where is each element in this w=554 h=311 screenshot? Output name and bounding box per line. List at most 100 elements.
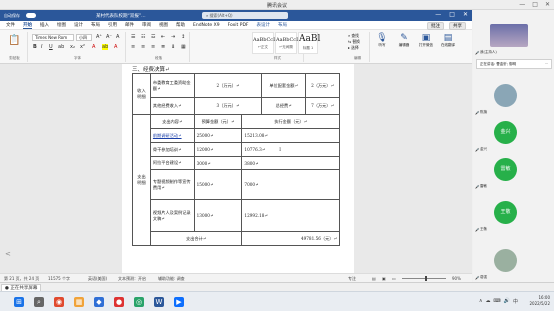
font-name-select[interactable]: Times New Rom [32, 34, 74, 41]
tab-insert[interactable]: 插入 [40, 22, 49, 28]
tab-table-layout[interactable]: 布局 [278, 22, 287, 28]
volume-icon[interactable]: 🔊 [504, 298, 510, 305]
highlight-icon[interactable]: ab [102, 44, 109, 50]
minimize-icon[interactable]: — [519, 1, 525, 8]
paste-icon[interactable]: 📋 [8, 35, 20, 46]
read-mode-icon[interactable]: ▤ [372, 276, 376, 281]
font-size-select[interactable]: 小四 [76, 34, 92, 41]
bullets-icon[interactable]: ☰ [131, 34, 135, 40]
system-tray: ∧ ☁ ⌨ 🔊 中 [479, 298, 518, 305]
align-center-icon[interactable]: ≡ [141, 44, 145, 50]
document-page[interactable]: 三、经费决算↵ 收入 明细 市委教育工委资助金额↵ 2（万元）↵ 单位配套金额↵… [122, 64, 354, 273]
tab-view[interactable]: 视图 [159, 22, 168, 28]
numbering-icon[interactable]: ☷ [141, 34, 145, 40]
ribbon-tabs: 文件 开始 插入 绘图 设计 布局 引用 邮件 审阅 视图 帮助 EndNote… [0, 21, 472, 30]
search-icon[interactable]: ⌕ [34, 297, 44, 307]
sort-icon[interactable]: ↕ [181, 34, 185, 40]
participant-tile[interactable]: 🎤 葛强 [474, 246, 553, 280]
style-normal[interactable]: AaBbCcDc ↵正文 [252, 32, 280, 54]
tab-table-design[interactable]: 表设计 [257, 22, 271, 28]
replace-label: 替换 [352, 39, 360, 44]
open-wechat-button[interactable]: ▣ 打开微信 [418, 33, 434, 48]
meeting-icon[interactable]: ▶ [174, 297, 184, 307]
app-icon[interactable]: ◆ [94, 297, 104, 307]
cloud-icon[interactable]: ☁ [486, 298, 491, 305]
print-layout-icon[interactable]: ▣ [382, 276, 386, 281]
tab-draw[interactable]: 绘图 [57, 22, 66, 28]
wechat-icon[interactable]: ◎ [134, 297, 144, 307]
zoom-level[interactable]: 90% [452, 276, 461, 281]
indent-icon[interactable]: ⇤ [161, 34, 165, 40]
search-box[interactable]: ⌕ 搜索(Alt+Q) [202, 12, 288, 19]
chevron-left-icon[interactable]: < [5, 250, 11, 258]
shrink-font-icon[interactable]: A⁻ [106, 34, 112, 40]
maximize-icon[interactable]: □ [449, 11, 455, 18]
outdent-icon[interactable]: ⇥ [171, 34, 175, 40]
tab-review[interactable]: 审阅 [142, 22, 151, 28]
line-spacing-icon[interactable]: ↨ [171, 44, 175, 50]
minimize-icon[interactable]: — [435, 11, 441, 18]
keyboard-icon[interactable]: ⌨ [494, 298, 501, 305]
participant-tile[interactable]: 雷敏 🎤 雷敏 [474, 155, 553, 189]
tab-design[interactable]: 设计 [74, 22, 83, 28]
more-icon[interactable]: ⋯ [545, 62, 549, 66]
grow-font-icon[interactable]: A⁺ [96, 34, 102, 40]
style-heading-1[interactable]: AaBl 标题 1 [298, 32, 320, 54]
word-icon[interactable]: W [154, 297, 164, 307]
microphone-icon: 🎤 [475, 276, 480, 280]
style-sample: AaBbCcDc [253, 37, 280, 43]
ribbon-home: 📋 剪贴板 Times New Rom 小四 A⁺ A⁻ A B I U ab … [0, 30, 472, 64]
editor-button[interactable]: ✎ 编辑器 [396, 33, 412, 48]
web-layout-icon[interactable]: ▭ [392, 276, 396, 281]
select-button[interactable]: ▸ 选择 [348, 45, 360, 51]
subscript-icon[interactable]: x₂ [70, 44, 75, 50]
participant-tile[interactable]: 🎤 我(主持人) [474, 21, 553, 55]
borders-icon[interactable]: ▦ [181, 44, 186, 50]
linked-text[interactable]: 前期调研活动↵ [153, 133, 182, 138]
close-icon[interactable]: ✕ [545, 1, 550, 8]
tab-mailings[interactable]: 邮件 [125, 22, 134, 28]
ime-icon[interactable]: 中 [513, 298, 518, 305]
tab-home[interactable]: 开始 [23, 22, 32, 29]
align-right-icon[interactable]: ≡ [151, 44, 155, 50]
table-cell: 3000↵ [193, 156, 243, 170]
start-icon[interactable]: ⊞ [14, 297, 24, 307]
chevron-up-icon[interactable]: ∧ [479, 298, 483, 305]
participant-tile[interactable]: 🎤 陈旗 [474, 81, 553, 115]
dictate-button[interactable]: 🎙 听写 [374, 33, 390, 48]
app-icon[interactable]: ● [114, 297, 124, 307]
table-cell: 12000↵ [193, 142, 243, 157]
zoom-slider-handle[interactable] [425, 276, 427, 281]
browser-icon[interactable]: ◉ [54, 297, 64, 307]
justify-icon[interactable]: ≣ [161, 44, 165, 50]
bold-icon[interactable]: B [33, 44, 37, 50]
superscript-icon[interactable]: x² [80, 44, 85, 50]
autosave-toggle[interactable] [26, 13, 36, 18]
translate-button[interactable]: ▤ 在线翻译 [440, 33, 456, 48]
strikethrough-icon[interactable]: ab [58, 44, 64, 50]
clear-format-icon[interactable]: A [116, 34, 119, 40]
tab-references[interactable]: 引用 [108, 22, 117, 28]
participant-tile[interactable]: 金兴 🎤 金兴 [474, 118, 553, 152]
zoom-slider[interactable] [402, 278, 446, 279]
multilevel-icon[interactable]: ☲ [151, 34, 155, 40]
comment-button[interactable]: 批注 [427, 22, 444, 30]
align-left-icon[interactable]: ≡ [131, 44, 135, 50]
maximize-icon[interactable]: □ [532, 1, 538, 8]
underline-icon[interactable]: U [49, 44, 53, 50]
tab-foxit[interactable]: Foxit PDF [228, 23, 249, 28]
text-effects-icon[interactable]: A [92, 44, 95, 50]
font-color-icon[interactable]: A [114, 44, 117, 50]
word-title-bar: 自动保存 某村代表队校期“双报”… ⌕ 搜索(Alt+Q) — □ ✕ [0, 10, 472, 21]
clock[interactable]: 16:00 2022/5/22 [529, 295, 550, 307]
close-icon[interactable]: ✕ [463, 11, 468, 18]
share-button[interactable]: 共享 [449, 22, 466, 30]
tab-help[interactable]: 帮助 [176, 22, 185, 28]
tab-file[interactable]: 文件 [6, 22, 15, 28]
tab-layout[interactable]: 布局 [91, 22, 100, 28]
folder-icon[interactable]: ▦ [74, 297, 84, 307]
style-no-spacing[interactable]: AaBbCcDc ↵无间隔 [275, 32, 303, 54]
italic-icon[interactable]: I [41, 44, 42, 50]
tab-endnote[interactable]: EndNote X9 [193, 23, 220, 28]
participant-tile[interactable]: 王敬 🎤 王敬 [474, 198, 553, 232]
